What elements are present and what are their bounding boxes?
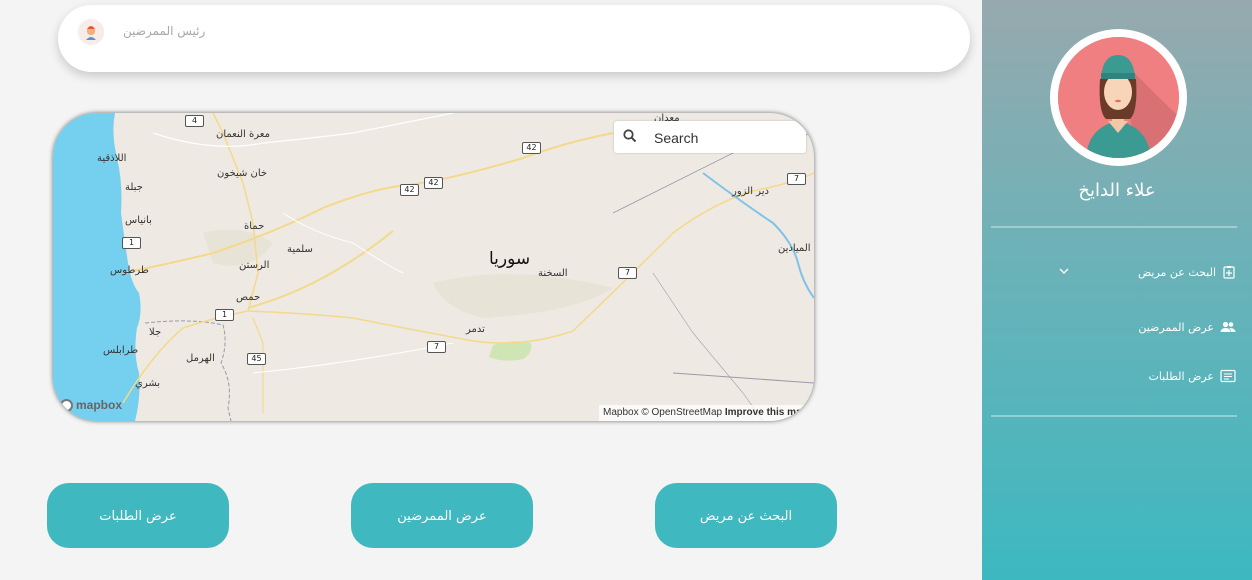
sidebar-divider [991,415,1237,417]
profile-picture-frame [1050,29,1187,166]
nurse-avatar-icon [78,19,104,45]
map-base-layer [53,113,814,421]
mapbox-logo-icon [60,398,73,412]
view-nurses-button[interactable]: عرض الممرضين [351,483,533,548]
nurse-profile-picture [1058,37,1179,158]
road-shield: 7 [787,173,806,185]
map-label-salamiyah: سلمية [287,244,313,255]
map-label-hermel: الهرمل [186,353,215,364]
map-label-rastan: الرستن [239,260,270,271]
chevron-down-icon[interactable] [1058,265,1070,277]
sidebar-item-label: عرض الممرضين [1138,320,1214,334]
search-patient-button[interactable]: البحث عن مريض [655,483,837,548]
improve-map-link[interactable]: Improve this map [725,407,808,418]
road-shield: 42 [424,177,443,189]
user-role-label: رئيس الممرضين [123,24,206,38]
sidebar-item-view-requests[interactable]: عرض الطلبات [1148,366,1236,386]
map-label-latakia: اللاذقية [97,153,127,164]
map-search-box[interactable] [614,121,806,153]
map-label-maarat: معرة النعمان [216,129,270,140]
sidebar-item-view-nurses[interactable]: عرض الممرضين [1138,317,1236,337]
sidebar-divider [991,226,1237,228]
road-shield: 1 [122,237,141,249]
map-label-jableh: جبلة [125,182,143,193]
user-name: علاء الدايخ [1078,180,1156,201]
road-shield: 7 [618,267,637,279]
map-label-bsharri: بشري [135,378,161,389]
map-label-country: سوريا [489,249,531,269]
top-header-bar: رئيس الممرضين [58,5,970,72]
sidebar-item-label: عرض الطلبات [1148,369,1214,383]
map-label-deir: دير الزور [732,186,769,197]
search-icon [623,129,637,143]
sidebar: علاء الدايخ البحث عن مريض عرض الممرضين ع… [982,0,1252,580]
list-icon [1220,369,1236,383]
map-attribution: Mapbox © OpenStreetMap Improve this map [599,405,814,421]
clipboard-plus-icon [1223,266,1235,279]
view-requests-button[interactable]: عرض الطلبات [47,483,229,548]
map-label-homs: حمص [236,292,261,303]
mapbox-logo-text: mapbox [76,398,123,412]
people-icon [1220,321,1236,332]
mapbox-logo[interactable]: mapbox [60,397,122,413]
map-label-khan: خان شيخون [217,168,268,179]
map-label-tripoli: طرابلس [103,345,139,356]
road-shield: 45 [247,353,266,365]
map-search-input[interactable] [652,127,801,149]
attribution-text[interactable]: Mapbox © OpenStreetMap [603,407,722,418]
road-shield: 4 [185,115,204,127]
map-label-jala: جلا [149,327,162,338]
map-label-palmyra: تدمر [466,324,485,335]
road-shield: 42 [522,142,541,154]
map-label-sukhnah: السخنة [538,268,568,279]
map-label-tartus: طرطوس [110,265,149,276]
road-shield: 1 [215,309,234,321]
sidebar-item-label: البحث عن مريض [1137,265,1216,279]
road-shield: 42 [400,184,419,196]
map-label-mayadin: الميادين [778,243,811,254]
map-view[interactable]: اللاذقية جبلة بانياس طرطوس طرابلس الهرمل… [53,113,814,421]
map-label-baniyas: بانياس [125,215,152,226]
road-shield: 7 [427,341,446,353]
map-label-hama: حماة [244,221,265,232]
sidebar-item-search-patient[interactable]: البحث عن مريض [1138,262,1236,282]
